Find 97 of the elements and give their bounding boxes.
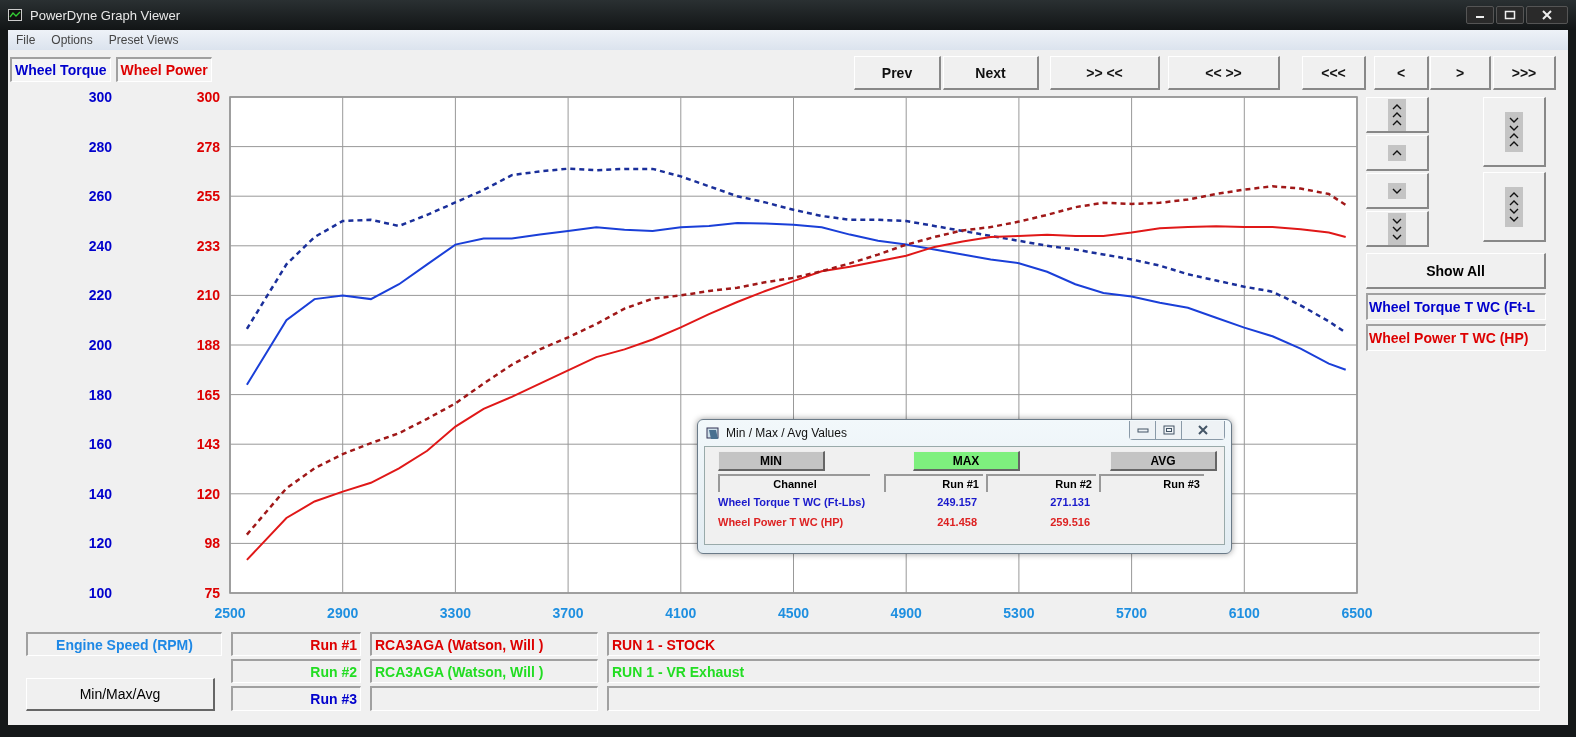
power-tick-label: 75 (204, 585, 220, 601)
toolbar-button[interactable]: >> << (1050, 56, 1160, 90)
restore-icon (1162, 424, 1175, 435)
column-header: Channel (718, 474, 870, 492)
torque-tick-label: 220 (88, 287, 112, 304)
menu-item[interactable]: File (10, 33, 42, 47)
power-tick-label: 278 (196, 138, 220, 155)
column-header: Run #3 (1099, 474, 1204, 492)
run-label: Run #3 (231, 686, 361, 711)
menu-item[interactable]: Options (45, 33, 99, 47)
up-chevron-icon (1388, 144, 1406, 161)
maximize-button[interactable] (1496, 6, 1524, 24)
chevrons-inward-icon (1505, 111, 1523, 152)
maximize-icon (1504, 10, 1516, 20)
power-tick-label: 210 (196, 287, 220, 304)
rpm-tick-label: 3300 (439, 605, 471, 621)
torque-tick-label: 280 (88, 138, 112, 155)
vehicle-field: RCA3AGA (Watson, Will ) (370, 632, 598, 656)
chevrons-outward-icon (1505, 186, 1523, 227)
close-icon (1197, 424, 1209, 435)
dialog-title: Min / Max / Avg Values (726, 426, 847, 440)
legend-item: Wheel Torque T WC (Ft-L (1366, 293, 1546, 320)
mode-button[interactable]: MIN (718, 451, 825, 471)
scale-button[interactable] (1366, 97, 1429, 133)
torque-tick-label: 200 (88, 337, 112, 353)
rpm-tick-label: 4900 (890, 605, 922, 621)
power-tick-label: 300 (196, 89, 220, 105)
axis-tab[interactable]: Wheel Torque (10, 57, 111, 82)
mode-button[interactable]: MAX (913, 451, 1020, 471)
legend-item: Wheel Power T WC (HP) (1366, 324, 1546, 351)
power-tick-label: 165 (196, 386, 220, 403)
toolbar-button[interactable]: Next (943, 56, 1039, 90)
run-description-field: RUN 1 - VR Exhaust (607, 659, 1540, 683)
rpm-tick-label: 4500 (777, 605, 810, 621)
rpm-tick-label: 5700 (1116, 605, 1148, 621)
value-cell-text: 259.516 (1049, 515, 1091, 530)
minimize-icon (1136, 425, 1149, 434)
torque-tick-label: 180 (88, 386, 112, 403)
rpm-tick-label: 6100 (1228, 605, 1260, 621)
min-max-avg-button[interactable]: Min/Max/Avg (26, 678, 215, 711)
toolbar-button[interactable]: Prev (854, 56, 941, 90)
toolbar-button[interactable]: > (1430, 56, 1491, 90)
menu-item[interactable]: Preset Views (102, 33, 185, 47)
minimize-button[interactable] (1466, 6, 1494, 24)
window-title: PowerDyne Graph Viewer (30, 7, 181, 23)
restore-button[interactable] (1156, 420, 1182, 439)
mode-button[interactable]: AVG (1110, 451, 1217, 471)
scale-button[interactable] (1366, 173, 1429, 209)
rpm-tick-label: 2500 (214, 605, 246, 621)
rpm-tick-label: 5300 (1003, 605, 1035, 621)
axis-tab[interactable]: Wheel Power (115, 57, 212, 82)
show-all-button[interactable]: Show All (1366, 253, 1546, 289)
vehicle-field: RCA3AGA (Watson, Will ) (370, 659, 598, 683)
power-tick-label: 255 (196, 188, 220, 205)
scale-button[interactable] (1366, 135, 1429, 171)
torque-tick-label: 100 (88, 585, 112, 601)
close-button[interactable] (1182, 420, 1224, 439)
channel-name: Wheel Power T WC (HP) (718, 515, 845, 530)
close-button[interactable] (1526, 6, 1568, 24)
triple-up-chevron-icon (1388, 98, 1406, 131)
rpm-tick-label: 6500 (1341, 605, 1373, 621)
torque-tick-label: 160 (88, 436, 112, 453)
scale-button[interactable] (1366, 211, 1429, 247)
x-axis-label: Engine Speed (RPM) (26, 632, 222, 656)
toolbar-button[interactable]: < (1374, 56, 1429, 90)
channel-name: Wheel Torque T WC (Ft-Lbs) (718, 495, 867, 510)
run-label: Run #1 (231, 632, 361, 656)
run-label: Run #2 (231, 659, 361, 683)
toolbar-button[interactable]: <<< (1302, 56, 1366, 90)
rpm-tick-label: 4100 (665, 605, 697, 621)
power-tick-label: 143 (196, 436, 220, 453)
power-tick-label: 120 (196, 485, 220, 502)
down-chevron-icon (1388, 182, 1406, 199)
rpm-tick-label: 3700 (552, 605, 584, 621)
toolbar-button[interactable]: << >> (1168, 56, 1280, 90)
power-tick-label: 188 (196, 337, 220, 353)
toolbar-button[interactable]: >>> (1493, 56, 1556, 90)
column-header: Run #2 (986, 474, 1096, 492)
power-tick-label: 233 (196, 237, 220, 254)
dialog-icon (706, 426, 720, 440)
app-icon (8, 9, 22, 21)
torque-tick-label: 300 (88, 89, 112, 105)
run-description-field: RUN 1 - STOCK (607, 632, 1540, 656)
close-icon (1542, 10, 1552, 20)
triple-down-chevron-icon (1388, 212, 1406, 245)
value-cell-text: 271.131 (1049, 495, 1091, 510)
value-cell-text: 249.157 (936, 495, 978, 510)
torque-tick-label: 240 (88, 237, 112, 254)
torque-tick-label: 260 (88, 188, 112, 205)
zoom-button[interactable] (1483, 172, 1546, 242)
column-header: Run #1 (884, 474, 983, 492)
value-cell-text: 241.458 (936, 515, 978, 530)
zoom-button[interactable] (1483, 97, 1546, 167)
torque-tick-label: 140 (88, 485, 112, 502)
torque-tick-label: 120 (88, 535, 112, 552)
power-tick-label: 98 (204, 535, 220, 552)
rpm-tick-label: 2900 (327, 605, 359, 621)
